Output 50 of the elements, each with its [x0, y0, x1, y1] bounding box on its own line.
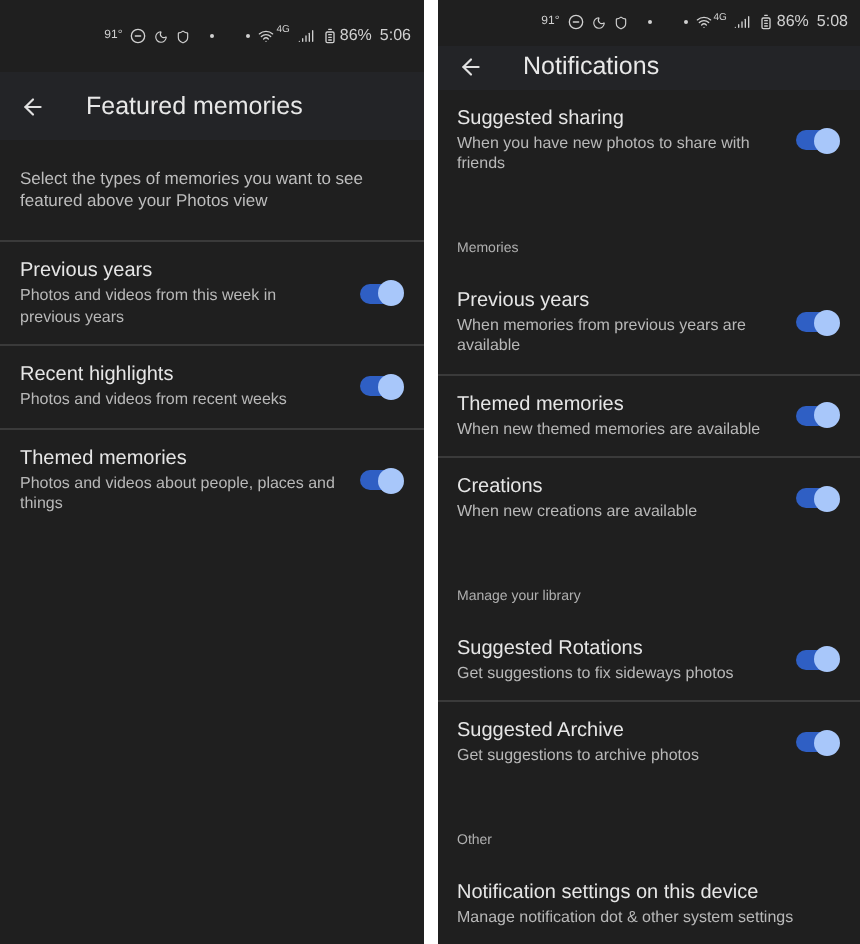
toggle-switch[interactable] [792, 728, 840, 757]
setting-description: When new creations are available [457, 502, 700, 523]
setting-description: Get suggestions to archive photos [457, 746, 701, 767]
clock: 5:08 [816, 10, 848, 35]
moon-icon [591, 15, 606, 30]
signal-icon [297, 28, 314, 44]
wifi-icon [258, 28, 275, 44]
toggle-switch[interactable] [792, 126, 840, 154]
setting-title: Previous years [457, 287, 592, 313]
setting-description: Photos and videos about people, places and things [20, 473, 337, 515]
battery-icon [758, 14, 775, 31]
setting-title: Suggested sharing [457, 105, 626, 131]
setting-title: Previous years [20, 258, 155, 284]
back-button[interactable] [457, 54, 483, 81]
minus-circle-icon [567, 14, 584, 31]
setting-title: Suggested Rotations [457, 635, 645, 661]
setting-description: Photos and videos from this week in previous years [20, 286, 279, 328]
toggle-switch[interactable] [792, 401, 840, 430]
battery-level: 86% [776, 10, 809, 35]
setting-description: When you have new photos to share with friends [457, 133, 752, 175]
setting-title: Notification settings on this device [457, 879, 761, 905]
intro-text: Select the types of memories you want to see featured above your Photos view [20, 168, 366, 212]
shield-icon [176, 29, 191, 43]
setting-title: Themed memories [457, 391, 626, 417]
toggle-switch[interactable] [792, 484, 840, 513]
battery-level: 86% [339, 24, 372, 48]
back-button[interactable] [20, 93, 46, 119]
wifi-icon [695, 14, 712, 31]
toggle-switch[interactable] [792, 308, 840, 336]
setting-description: When memories from previous years are available [457, 315, 748, 357]
battery-icon [321, 28, 338, 44]
setting-description: Photos and videos from recent weeks [20, 390, 289, 411]
signal-icon [734, 14, 751, 31]
screen-title: Featured memories [86, 89, 303, 124]
toggle-switch[interactable] [792, 645, 840, 674]
toggle-switch[interactable] [355, 372, 403, 401]
shield-icon [613, 15, 628, 30]
minus-circle-icon [130, 28, 147, 44]
setting-title: Recent highlights [20, 362, 176, 388]
moon-icon [154, 29, 169, 43]
setting-description: When new themed memories are available [457, 419, 763, 440]
setting-title: Creations [457, 474, 545, 500]
screen-title: Notifications [523, 50, 660, 85]
clock: 5:06 [379, 24, 411, 48]
toggle-switch[interactable] [355, 466, 403, 494]
setting-description: Manage notification dot & other system settings [457, 907, 796, 928]
setting-description: Get suggestions to fix sideways photos [457, 663, 736, 684]
setting-title: Themed memories [20, 445, 189, 471]
setting-title: Suggested Archive [457, 718, 626, 744]
toggle-switch[interactable] [355, 279, 403, 307]
